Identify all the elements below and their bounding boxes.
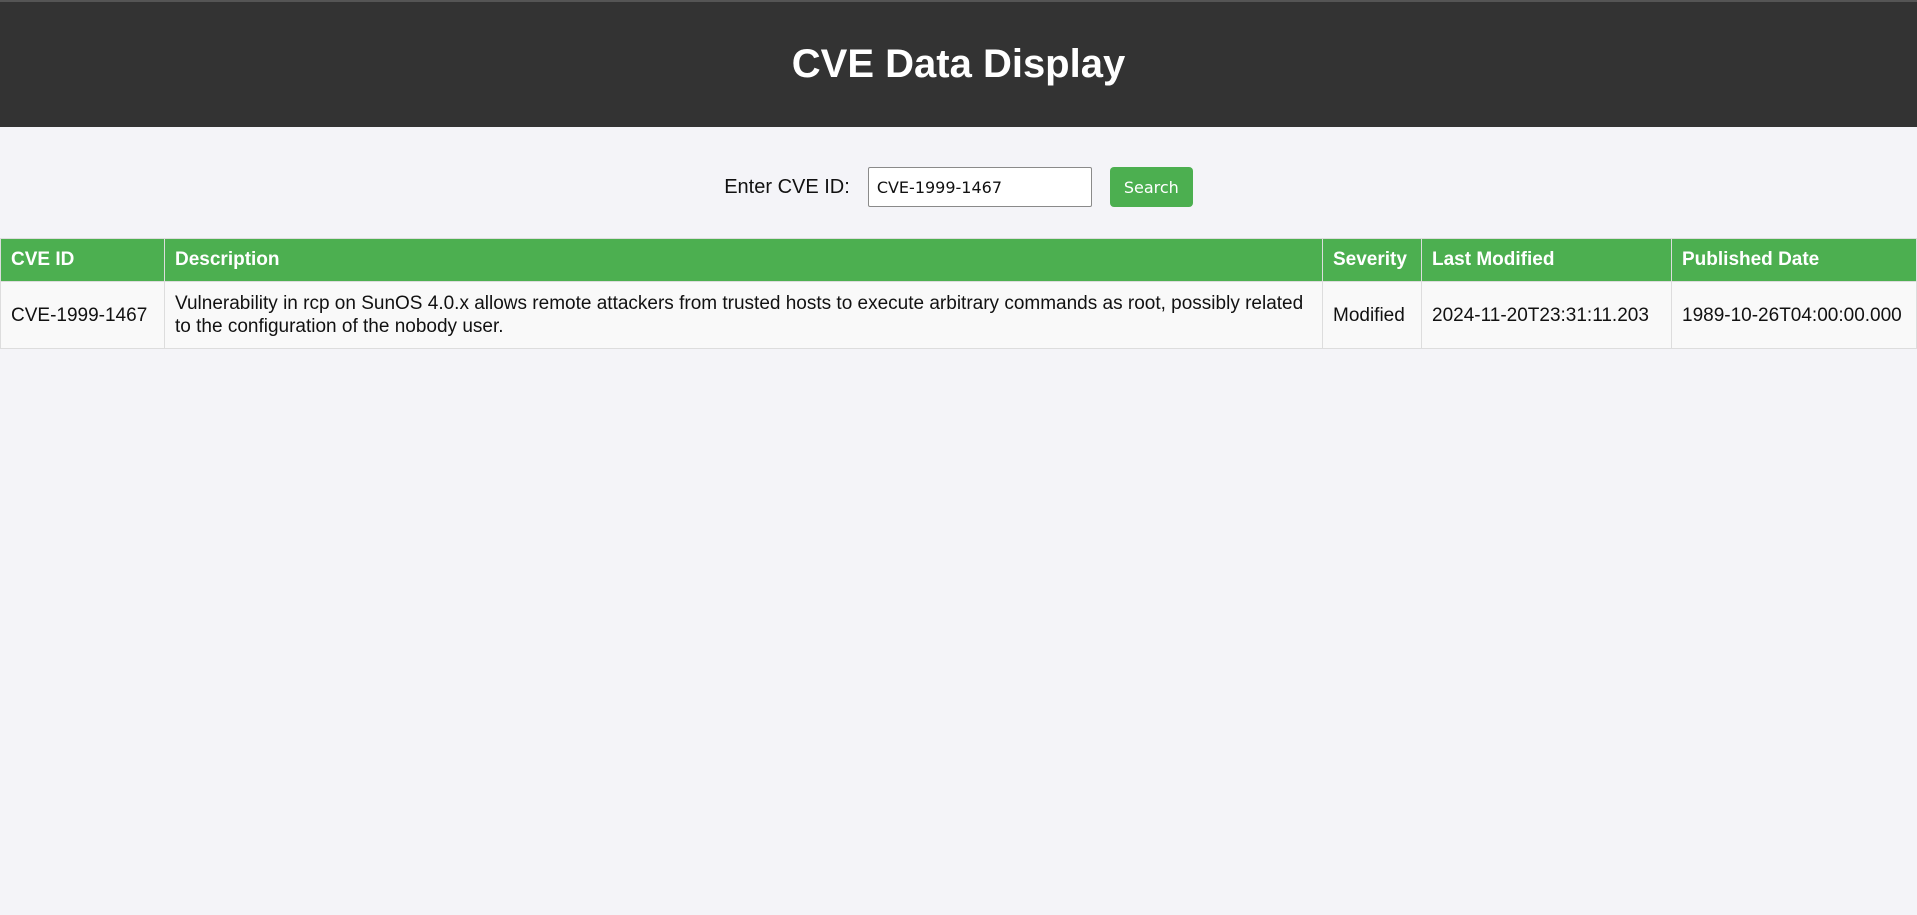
- search-bar: Enter CVE ID: Search: [0, 127, 1917, 238]
- search-button[interactable]: Search: [1109, 167, 1193, 207]
- cell-published-date: 1989-10-26T04:00:00.000: [1671, 281, 1917, 349]
- cell-cve-id: CVE-1999-1467: [0, 281, 165, 349]
- cve-id-label: Enter CVE ID:: [724, 175, 850, 198]
- cell-severity: Modified: [1322, 281, 1422, 349]
- cell-description: Vulnerability in rcp on SunOS 4.0.x allo…: [164, 281, 1323, 349]
- cve-id-input[interactable]: [867, 167, 1092, 207]
- column-header-severity: Severity: [1322, 238, 1422, 282]
- column-header-published-date: Published Date: [1671, 238, 1917, 282]
- table-header-row: CVE ID Description Severity Last Modifie…: [0, 238, 1917, 282]
- column-header-description: Description: [164, 238, 1323, 282]
- column-header-cve-id: CVE ID: [0, 238, 165, 282]
- cell-last-modified: 2024-11-20T23:31:11.203: [1421, 281, 1672, 349]
- column-header-last-modified: Last Modified: [1421, 238, 1672, 282]
- page-title: CVE Data Display: [791, 42, 1126, 86]
- page-header: CVE Data Display: [0, 2, 1917, 127]
- cve-table: CVE ID Description Severity Last Modifie…: [0, 238, 1917, 349]
- table-row: CVE-1999-1467 Vulnerability in rcp on Su…: [0, 281, 1917, 349]
